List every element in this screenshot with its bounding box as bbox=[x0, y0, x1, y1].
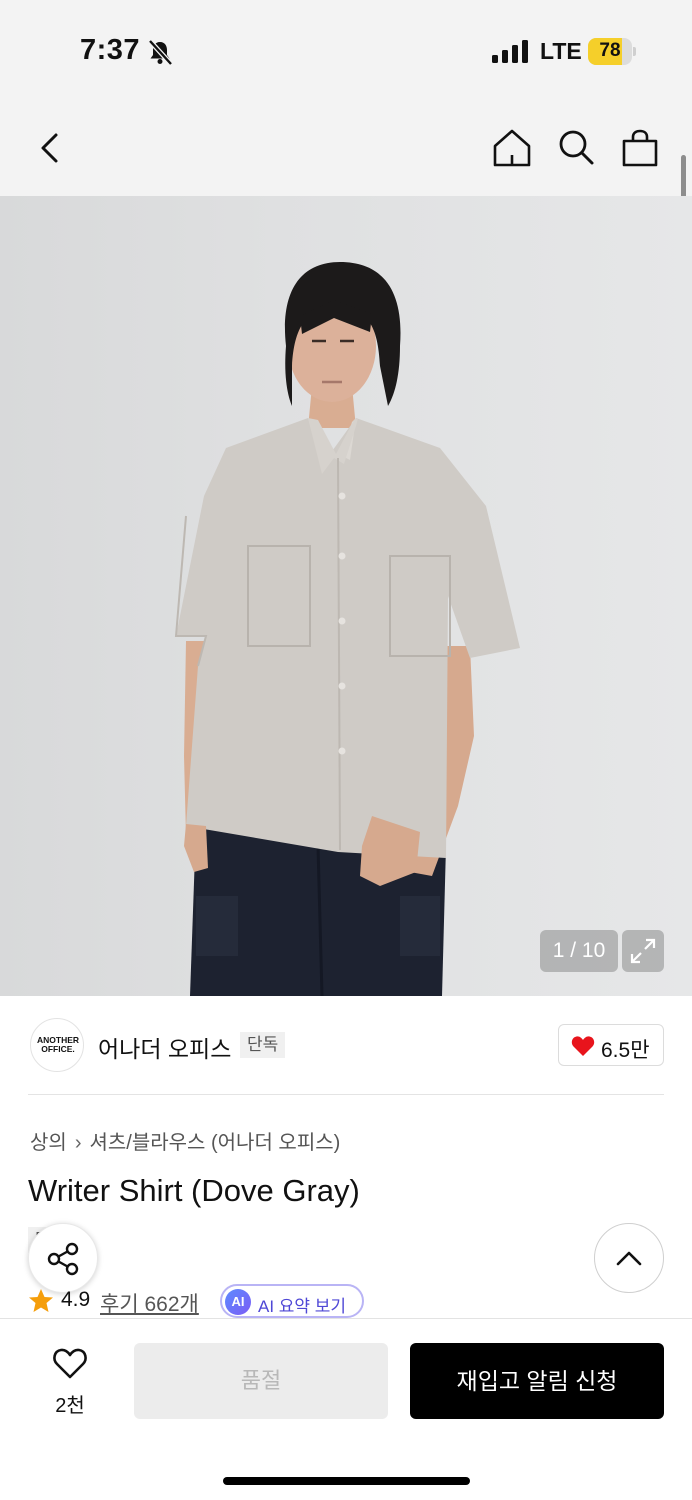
ai-summary-label: AI 요약 보기 bbox=[258, 1297, 347, 1316]
breadcrumb: 상의 › 셔츠/블라우스 (어나더 오피스) bbox=[30, 1126, 340, 1155]
expand-icon bbox=[630, 938, 656, 964]
top-nav-bar bbox=[0, 100, 692, 196]
heart-outline-icon bbox=[53, 1348, 87, 1379]
wishlist-count: 2천 bbox=[55, 1395, 85, 1417]
status-bar: 7:37 LTE 78 bbox=[0, 0, 692, 100]
reviews-link[interactable]: 후기 662개 bbox=[100, 1288, 199, 1318]
image-counter: 1 / 10 bbox=[540, 930, 618, 972]
battery-icon: 78 bbox=[588, 38, 636, 65]
brand-like-button[interactable]: 6.5만 bbox=[558, 1024, 664, 1066]
network-type: LTE bbox=[540, 38, 582, 64]
heart-filled-icon bbox=[571, 1036, 595, 1056]
signal-icon bbox=[492, 40, 528, 63]
brand-name[interactable]: 어나더 오피스 bbox=[98, 1030, 231, 1064]
sold-out-button: 품절 bbox=[134, 1343, 388, 1419]
breadcrumb-subcategory[interactable]: 셔츠/블라우스 (어나더 오피스) bbox=[89, 1132, 340, 1154]
home-indicator[interactable] bbox=[223, 1477, 470, 1485]
chevron-up-icon bbox=[616, 1251, 642, 1266]
bottom-action-bar: 2천 품절 재입고 알림 신청 bbox=[0, 1318, 692, 1500]
cart-icon[interactable] bbox=[620, 128, 660, 168]
share-icon bbox=[47, 1242, 79, 1276]
ai-summary-button[interactable]: AI AI 요약 보기 bbox=[220, 1284, 364, 1318]
home-icon[interactable] bbox=[492, 128, 532, 168]
back-icon[interactable] bbox=[30, 128, 70, 168]
ai-icon: AI bbox=[225, 1289, 251, 1315]
wishlist-button[interactable]: 2천 bbox=[40, 1347, 100, 1419]
status-time: 7:37 bbox=[80, 34, 141, 66]
star-icon bbox=[29, 1289, 53, 1312]
share-button[interactable] bbox=[28, 1223, 98, 1293]
rating-value: 4.9 bbox=[61, 1288, 91, 1311]
brand-logo[interactable]: ANOTHER OFFICE. bbox=[30, 1018, 84, 1072]
product-title: Writer Shirt (Dove Gray) bbox=[28, 1173, 360, 1208]
chevron-right-icon: › bbox=[74, 1132, 82, 1154]
model-photo bbox=[174, 262, 520, 996]
search-icon[interactable] bbox=[556, 128, 596, 168]
breadcrumb-category[interactable]: 상의 bbox=[30, 1132, 67, 1154]
expand-image-button[interactable] bbox=[622, 930, 664, 972]
bell-muted-icon bbox=[148, 39, 173, 66]
restock-alert-button[interactable]: 재입고 알림 신청 bbox=[410, 1343, 664, 1419]
brand-like-count: 6.5만 bbox=[601, 1039, 650, 1062]
scroll-to-top-button[interactable] bbox=[594, 1223, 664, 1293]
divider bbox=[28, 1094, 664, 1095]
exclusive-badge: 단독 bbox=[240, 1032, 286, 1058]
product-image[interactable] bbox=[0, 196, 692, 996]
battery-level: 78 bbox=[599, 40, 621, 61]
